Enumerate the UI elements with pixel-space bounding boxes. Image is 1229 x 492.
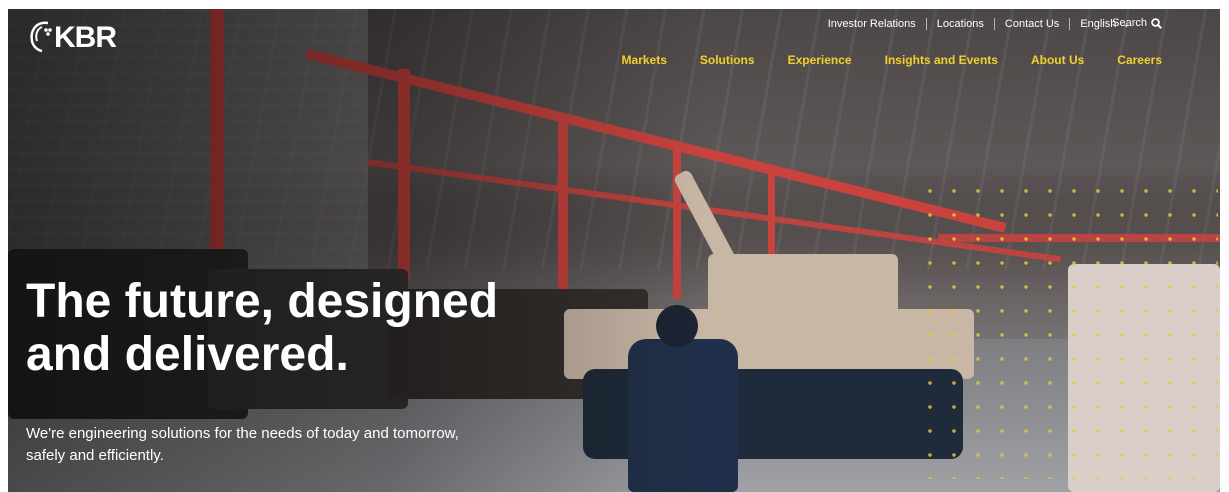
hero-subtext: We're engineering solutions for the need… (26, 423, 586, 467)
kbr-logo[interactable]: KBR (28, 19, 117, 54)
nav-item-careers[interactable]: Careers (1084, 53, 1162, 67)
language-label: English (1080, 18, 1117, 30)
utility-link-investor-relations[interactable]: Investor Relations (818, 18, 926, 30)
utility-nav: Investor Relations Locations Contact Us … (818, 18, 1140, 30)
search-icon (1151, 17, 1162, 29)
text-shade-overlay (8, 9, 708, 492)
tank-turret (708, 254, 898, 314)
dot-pattern-overlay (918, 179, 1218, 479)
kbr-logo-icon (28, 19, 54, 53)
hero-subtext-line2: safely and efficiently. (26, 447, 164, 464)
hero-background-image (8, 9, 1220, 492)
nav-item-about-us[interactable]: About Us (998, 53, 1084, 67)
search-button[interactable]: Search (1112, 17, 1162, 29)
nav-item-experience[interactable]: Experience (755, 53, 852, 67)
nav-item-solutions[interactable]: Solutions (667, 53, 755, 67)
nav-item-markets[interactable]: Markets (589, 53, 667, 67)
hero-subtext-line1: We're engineering solutions for the need… (26, 425, 459, 442)
hero-headline-line2: and delivered. (26, 328, 349, 381)
hero-banner: KBR Investor Relations Locations Contact… (8, 9, 1220, 492)
search-label: Search (1112, 17, 1147, 29)
nav-item-insights-and-events[interactable]: Insights and Events (852, 53, 998, 67)
brand-name: KBR (54, 21, 117, 54)
utility-link-locations[interactable]: Locations (925, 18, 994, 30)
hero-headline: The future, designed and delivered. (26, 275, 586, 381)
hero-headline-line1: The future, designed (26, 275, 499, 328)
utility-link-contact-us[interactable]: Contact Us (993, 18, 1069, 30)
main-nav: Markets Solutions Experience Insights an… (589, 53, 1162, 67)
